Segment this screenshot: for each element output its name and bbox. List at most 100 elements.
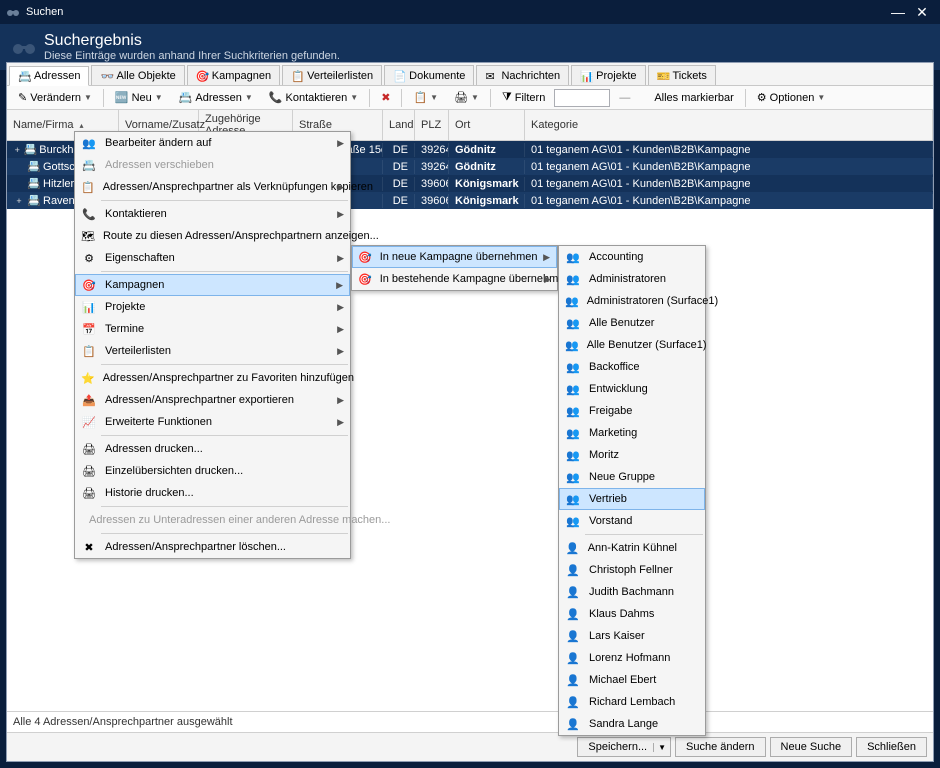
menu-label: Einzelübersichten drucken... — [105, 465, 243, 477]
col-ort[interactable]: Ort — [449, 110, 525, 140]
tab-dokumente[interactable]: 📄Dokumente — [384, 65, 474, 85]
tab-adressen[interactable]: 📇Adressen — [9, 66, 89, 86]
menu-item[interactable]: 👥Vorstand — [559, 510, 705, 532]
menu-icon: 👥 — [565, 359, 581, 375]
mail-icon: ✉ — [485, 70, 497, 82]
menu-item[interactable]: 👥Freigabe — [559, 400, 705, 422]
tab-verteilerlisten[interactable]: 📋Verteilerlisten — [282, 65, 382, 85]
window-title: Suchen — [26, 6, 886, 18]
menu-item[interactable]: 👥Administratoren — [559, 268, 705, 290]
addresses-button[interactable]: 📇Adressen▼ — [172, 88, 260, 107]
menu-item[interactable]: 🎯In bestehende Kampagne übernehmen▶ — [352, 268, 557, 290]
save-button[interactable]: Speichern...▼ — [577, 737, 671, 757]
menu-item[interactable]: 🖨Einzelübersichten drucken... — [75, 460, 350, 482]
menu-item[interactable]: 📋Adressen/Ansprechpartner als Verknüpfun… — [75, 176, 350, 198]
options-button[interactable]: ⚙Optionen▼ — [750, 88, 832, 107]
menu-item[interactable]: 👤Judith Bachmann — [559, 581, 705, 603]
tab-alle-objekte[interactable]: 👓Alle Objekte — [91, 65, 184, 85]
menu-label: Vertrieb — [589, 493, 627, 505]
menu-item[interactable]: 👥Neue Gruppe — [559, 466, 705, 488]
gear-icon: ⚙ — [757, 91, 767, 104]
menu-item[interactable]: 📞Kontaktieren▶ — [75, 203, 350, 225]
menu-icon: 👤 — [565, 672, 581, 688]
new-button[interactable]: 🆕Neu▼ — [108, 88, 170, 107]
menu-item[interactable]: 👤Michael Ebert — [559, 669, 705, 691]
menu-item[interactable]: 📋Verteilerlisten▶ — [75, 340, 350, 362]
copy-button[interactable]: 📋▼ — [406, 88, 445, 107]
menu-item[interactable]: 👥Moritz — [559, 444, 705, 466]
cell-ort: Königsmark — [449, 177, 525, 191]
contact-button[interactable]: 📞Kontaktieren▼ — [262, 88, 365, 107]
menu-item[interactable]: 🖨Historie drucken... — [75, 482, 350, 504]
menu-item[interactable]: 👥Bearbeiter ändern auf▶ — [75, 132, 350, 154]
menu-item[interactable]: 👤 Richard Lembach — [559, 691, 705, 713]
expand-icon[interactable]: + — [13, 196, 25, 206]
close-button[interactable]: Schließen — [856, 737, 927, 757]
expand-icon[interactable] — [13, 179, 25, 189]
col-land[interactable]: Land — [383, 110, 415, 140]
tab-nachrichten[interactable]: ✉Nachrichten — [476, 65, 569, 85]
menu-item[interactable]: 🗺Route zu diesen Adressen/Ansprechpartne… — [75, 225, 350, 247]
menu-item[interactable]: 🖨Adressen drucken... — [75, 438, 350, 460]
menu-icon: 👤 — [565, 694, 581, 710]
new-search-button[interactable]: Neue Suche — [770, 737, 853, 757]
cell-land: DE — [383, 160, 415, 174]
delete-button[interactable]: ✖ — [374, 88, 397, 107]
close-button[interactable]: ✕ — [910, 4, 934, 21]
menu-item[interactable]: 📅Termine▶ — [75, 318, 350, 340]
expand-icon[interactable]: + — [13, 145, 22, 155]
menu-icon: 📞 — [81, 206, 97, 222]
print-button[interactable]: 🖨▼ — [447, 88, 486, 107]
menu-item[interactable]: 👥Vertrieb — [559, 488, 705, 510]
menu-item[interactable]: 👤Sandra Lange — [559, 713, 705, 735]
menu-item[interactable]: ✖Adressen/Ansprechpartner löschen... — [75, 536, 350, 558]
menu-icon: 🎯 — [358, 271, 372, 287]
menu-item[interactable]: 👤Lorenz Hofmann — [559, 647, 705, 669]
chevron-right-icon: ▶ — [337, 417, 344, 428]
project-icon: 📊 — [580, 70, 592, 82]
menu-item[interactable]: 👤Ann-Katrin Kühnel — [559, 537, 705, 559]
menu-item[interactable]: 👥Marketing — [559, 422, 705, 444]
menu-separator — [101, 364, 348, 365]
menu-label: Adressen drucken... — [105, 443, 203, 455]
menu-icon: 👥 — [565, 271, 581, 287]
mark-all-button[interactable]: Alles markierbar — [647, 89, 740, 107]
menu-item[interactable]: 👤Lars Kaiser — [559, 625, 705, 647]
menu-item[interactable]: 📤Adressen/Ansprechpartner exportieren▶ — [75, 389, 350, 411]
menu-item[interactable]: 👥Entwicklung — [559, 378, 705, 400]
change-search-button[interactable]: Suche ändern — [675, 737, 766, 757]
tab-kampagnen[interactable]: 🎯Kampagnen — [187, 65, 280, 85]
tab-projekte[interactable]: 📊Projekte — [571, 65, 645, 85]
menu-label: Route zu diesen Adressen/Ansprechpartner… — [103, 230, 379, 242]
col-kategorie[interactable]: Kategorie — [525, 110, 933, 140]
filter-input[interactable] — [554, 89, 610, 107]
menu-icon: 📇 — [81, 157, 97, 173]
cell-plz: 39606 — [415, 177, 449, 191]
col-plz[interactable]: PLZ — [415, 110, 449, 140]
chevron-right-icon: ▶ — [544, 274, 551, 285]
menu-item[interactable]: ⭐Adressen/Ansprechpartner zu Favoriten h… — [75, 367, 350, 389]
menu-icon: 📤 — [81, 392, 97, 408]
menu-item[interactable]: 👥Administratoren (Surface1) — [559, 290, 705, 312]
menu-item[interactable]: 🎯In neue Kampagne übernehmen▶ — [352, 246, 557, 268]
menu-item[interactable]: 👤Klaus Dahms — [559, 603, 705, 625]
expand-icon[interactable] — [13, 162, 25, 172]
clear-filter-button[interactable]: — — [612, 89, 637, 107]
menu-label: Termine — [105, 323, 144, 335]
menu-item[interactable]: 📈Erweiterte Funktionen▶ — [75, 411, 350, 433]
menu-item[interactable]: ⚙Eigenschaften▶ — [75, 247, 350, 269]
menu-item[interactable]: 👥Alle Benutzer — [559, 312, 705, 334]
menu-item[interactable]: 👤Christoph Fellner — [559, 559, 705, 581]
menu-item[interactable]: 👥Alle Benutzer (Surface1) — [559, 334, 705, 356]
minimize-button[interactable]: — — [886, 4, 910, 20]
menu-item[interactable]: 👥Accounting — [559, 246, 705, 268]
tab-tickets[interactable]: 🎫Tickets — [648, 65, 716, 85]
menu-icon: 🗺 — [81, 228, 95, 244]
menu-item[interactable]: 🎯Kampagnen▶ — [75, 274, 350, 296]
menu-label: Richard Lembach — [589, 696, 675, 708]
menu-item[interactable]: 👥Backoffice — [559, 356, 705, 378]
filter-button[interactable]: ⧩Filtern — [495, 88, 552, 107]
menu-item[interactable]: 📊Projekte▶ — [75, 296, 350, 318]
edit-button[interactable]: ✎Verändern▼ — [11, 88, 99, 107]
print-icon: 🖨 — [454, 91, 468, 104]
